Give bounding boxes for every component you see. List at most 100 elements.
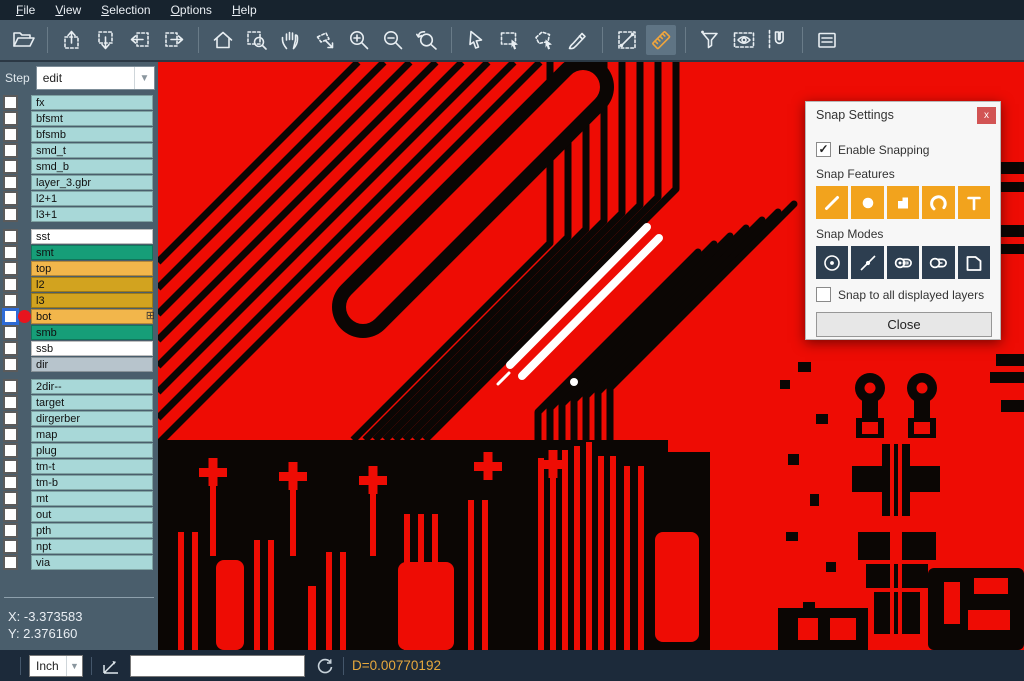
layer-checkbox-fx[interactable] (3, 95, 18, 110)
layer-name-2dir--[interactable]: 2dir-- (31, 379, 153, 394)
zoom-window-icon[interactable] (242, 25, 272, 55)
measure-ruler-icon[interactable] (646, 25, 676, 55)
layer-name-tm-b[interactable]: tm-b (31, 475, 153, 490)
layer-checkbox-bot[interactable] (3, 309, 18, 324)
grid-icon[interactable]: ⊞ (146, 309, 155, 324)
layer-checkbox-out[interactable] (3, 507, 18, 522)
layer-name-top[interactable]: top (31, 261, 153, 276)
zoom-previous-icon[interactable] (412, 25, 442, 55)
layer-name-dirgerber[interactable]: dirgerber (31, 411, 153, 426)
layer-checkbox-layer_3.gbr[interactable] (3, 175, 18, 190)
measure-input[interactable] (130, 655, 305, 677)
layer-name-target[interactable]: target (31, 395, 153, 410)
pan-hand-icon[interactable] (276, 25, 306, 55)
layer-name-mt[interactable]: mt (31, 491, 153, 506)
paint-brush-icon[interactable] (563, 25, 593, 55)
menu-help[interactable]: Help (222, 1, 267, 19)
layer-checkbox-bfsmb[interactable] (3, 127, 18, 142)
zoom-out-icon[interactable] (378, 25, 408, 55)
layer-name-smb[interactable]: smb (31, 325, 153, 340)
layer-name-layer_3.gbr[interactable]: layer_3.gbr (31, 175, 153, 190)
layer-checkbox-pth[interactable] (3, 523, 18, 538)
layer-checkbox-mt[interactable] (3, 491, 18, 506)
layer-name-l2+1[interactable]: l2+1 (31, 191, 153, 206)
measure-distance-icon[interactable] (612, 25, 642, 55)
layer-name-dir[interactable]: dir (31, 357, 153, 372)
layer-checkbox-smt[interactable] (3, 245, 18, 260)
layer-name-map[interactable]: map (31, 427, 153, 442)
snap-slot-filled-icon[interactable] (887, 246, 919, 279)
layer-name-fx[interactable]: fx (31, 95, 153, 110)
dialog-title-bar[interactable]: Snap Settings x (806, 102, 1000, 128)
menu-view[interactable]: View (45, 1, 91, 19)
layer-checkbox-l3+1[interactable] (3, 207, 18, 222)
close-button[interactable]: Close (816, 312, 992, 337)
layer-name-sst[interactable]: sst (31, 229, 153, 244)
refresh-icon[interactable] (315, 656, 335, 676)
layer-checkbox-dir[interactable] (3, 357, 18, 372)
snap-line-icon[interactable] (816, 186, 848, 219)
layer-checkbox-sst[interactable] (3, 229, 18, 244)
snap-pad-icon[interactable] (851, 186, 883, 219)
import-top-icon[interactable] (57, 25, 87, 55)
layer-name-l2[interactable]: l2 (31, 277, 153, 292)
layer-name-npt[interactable]: npt (31, 539, 153, 554)
layer-checkbox-smb[interactable] (3, 325, 18, 340)
zoom-in-icon[interactable] (344, 25, 374, 55)
snap-center-icon[interactable] (816, 246, 848, 279)
layer-checkbox-smd_b[interactable] (3, 159, 18, 174)
open-folder-icon[interactable] (8, 25, 38, 55)
layer-name-smd_t[interactable]: smd_t (31, 143, 153, 158)
unit-select[interactable]: Inch ▼ (29, 655, 83, 677)
layer-checkbox-map[interactable] (3, 427, 18, 442)
filter-icon[interactable] (695, 25, 725, 55)
angle-measure-icon[interactable] (100, 655, 122, 677)
layer-name-bfsmt[interactable]: bfsmt (31, 111, 153, 126)
snap-magnet-icon[interactable] (763, 25, 793, 55)
layer-checkbox-l2+1[interactable] (3, 191, 18, 206)
menu-file[interactable]: File (6, 1, 45, 19)
step-select[interactable]: edit ▼ (36, 66, 155, 90)
layer-name-smt[interactable]: smt (31, 245, 153, 260)
layer-checkbox-2dir--[interactable] (3, 379, 18, 394)
layer-name-l3[interactable]: l3 (31, 293, 153, 308)
snap-all-layers-checkbox[interactable] (816, 287, 831, 302)
dialog-close-button[interactable]: x (977, 107, 996, 124)
layer-name-plug[interactable]: plug (31, 443, 153, 458)
move-vertex-icon[interactable] (310, 25, 340, 55)
snap-arc-icon[interactable] (922, 186, 954, 219)
layer-name-l3+1[interactable]: l3+1 (31, 207, 153, 222)
menu-selection[interactable]: Selection (91, 1, 160, 19)
layer-name-smd_b[interactable]: smd_b (31, 159, 153, 174)
show-hide-icon[interactable] (729, 25, 759, 55)
layer-checkbox-ssb[interactable] (3, 341, 18, 356)
layer-checkbox-npt[interactable] (3, 539, 18, 554)
layer-name-bot[interactable]: bot (31, 309, 153, 324)
layer-name-tm-t[interactable]: tm-t (31, 459, 153, 474)
select-polygon-icon[interactable] (529, 25, 559, 55)
snap-midpoint-icon[interactable] (851, 246, 883, 279)
layer-checkbox-top[interactable] (3, 261, 18, 276)
layer-name-bfsmb[interactable]: bfsmb (31, 127, 153, 142)
layer-checkbox-l3[interactable] (3, 293, 18, 308)
layer-checkbox-l2[interactable] (3, 277, 18, 292)
layer-checkbox-target[interactable] (3, 395, 18, 410)
layer-name-pth[interactable]: pth (31, 523, 153, 538)
layer-checkbox-via[interactable] (3, 555, 18, 570)
snap-slot-outline-icon[interactable] (922, 246, 954, 279)
menu-options[interactable]: Options (161, 1, 222, 19)
layer-checkbox-bfsmt[interactable] (3, 111, 18, 126)
layer-name-out[interactable]: out (31, 507, 153, 522)
select-rectangle-icon[interactable] (495, 25, 525, 55)
snap-surface-icon[interactable] (887, 186, 919, 219)
snap-text-icon[interactable] (958, 186, 990, 219)
panel-form-icon[interactable] (812, 25, 842, 55)
enable-snapping-checkbox[interactable]: ✓ (816, 142, 831, 157)
import-bottom-icon[interactable] (91, 25, 121, 55)
import-left-icon[interactable] (125, 25, 155, 55)
layer-checkbox-plug[interactable] (3, 443, 18, 458)
home-icon[interactable] (208, 25, 238, 55)
select-pointer-icon[interactable] (461, 25, 491, 55)
layer-checkbox-dirgerber[interactable] (3, 411, 18, 426)
layer-name-via[interactable]: via (31, 555, 153, 570)
